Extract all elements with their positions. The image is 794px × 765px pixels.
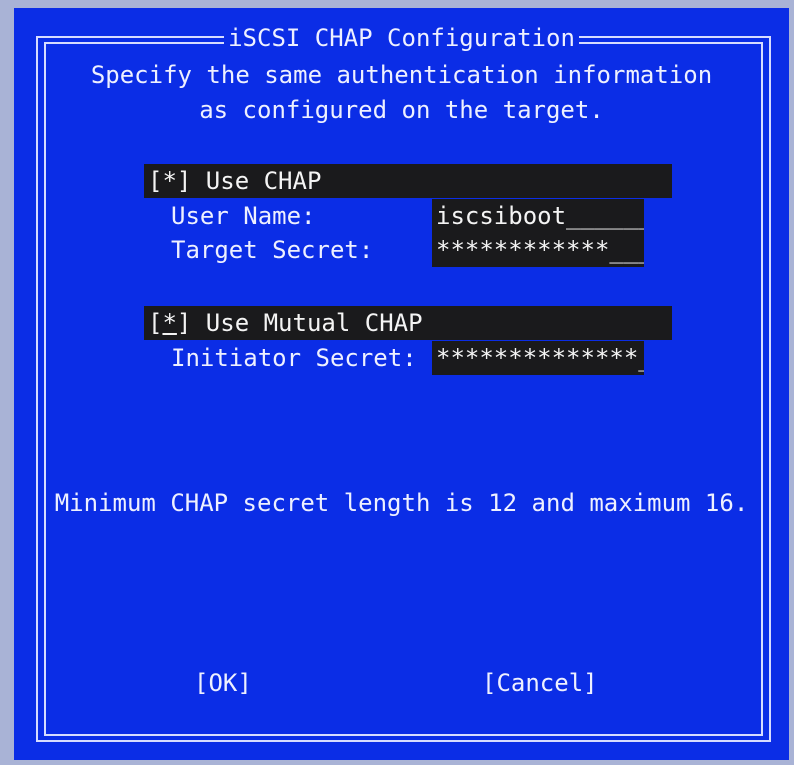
target-secret-field[interactable]: ************____ — [432, 233, 644, 267]
bios-screen: iSCSI CHAP Configuration Specify the sam… — [14, 8, 789, 760]
dialog-frame-inner — [44, 42, 763, 736]
dialog-title-wrap: iSCSI CHAP Configuration — [14, 24, 789, 52]
secret-length-note: Minimum CHAP secret length is 12 and max… — [54, 489, 749, 517]
user-name-label: User Name: — [171, 202, 316, 230]
use-mutual-chap-checkbox[interactable]: [*] Use Mutual CHAP — [144, 306, 672, 340]
use-chap-checkbox[interactable]: [*] Use CHAP — [144, 164, 672, 198]
mutual-chap-check-mark: * — [162, 309, 177, 337]
mutual-chap-label: ] Use Mutual CHAP — [176, 309, 423, 337]
ok-button[interactable]: [OK] — [194, 666, 252, 700]
cancel-button[interactable]: [Cancel] — [482, 666, 598, 700]
initiator-secret-field[interactable]: **************__ — [432, 341, 644, 375]
dialog-description-line2: as configured on the target. — [199, 96, 604, 124]
target-secret-label: Target Secret: — [171, 236, 374, 264]
mutual-chap-bracket-open: [ — [148, 309, 163, 337]
dialog-title: iSCSI CHAP Configuration — [224, 24, 579, 52]
dialog-description-line1: Specify the same authentication informat… — [90, 61, 713, 89]
user-name-field[interactable]: iscsiboot_______ — [432, 199, 644, 233]
initiator-secret-label: Initiator Secret: — [171, 344, 417, 372]
